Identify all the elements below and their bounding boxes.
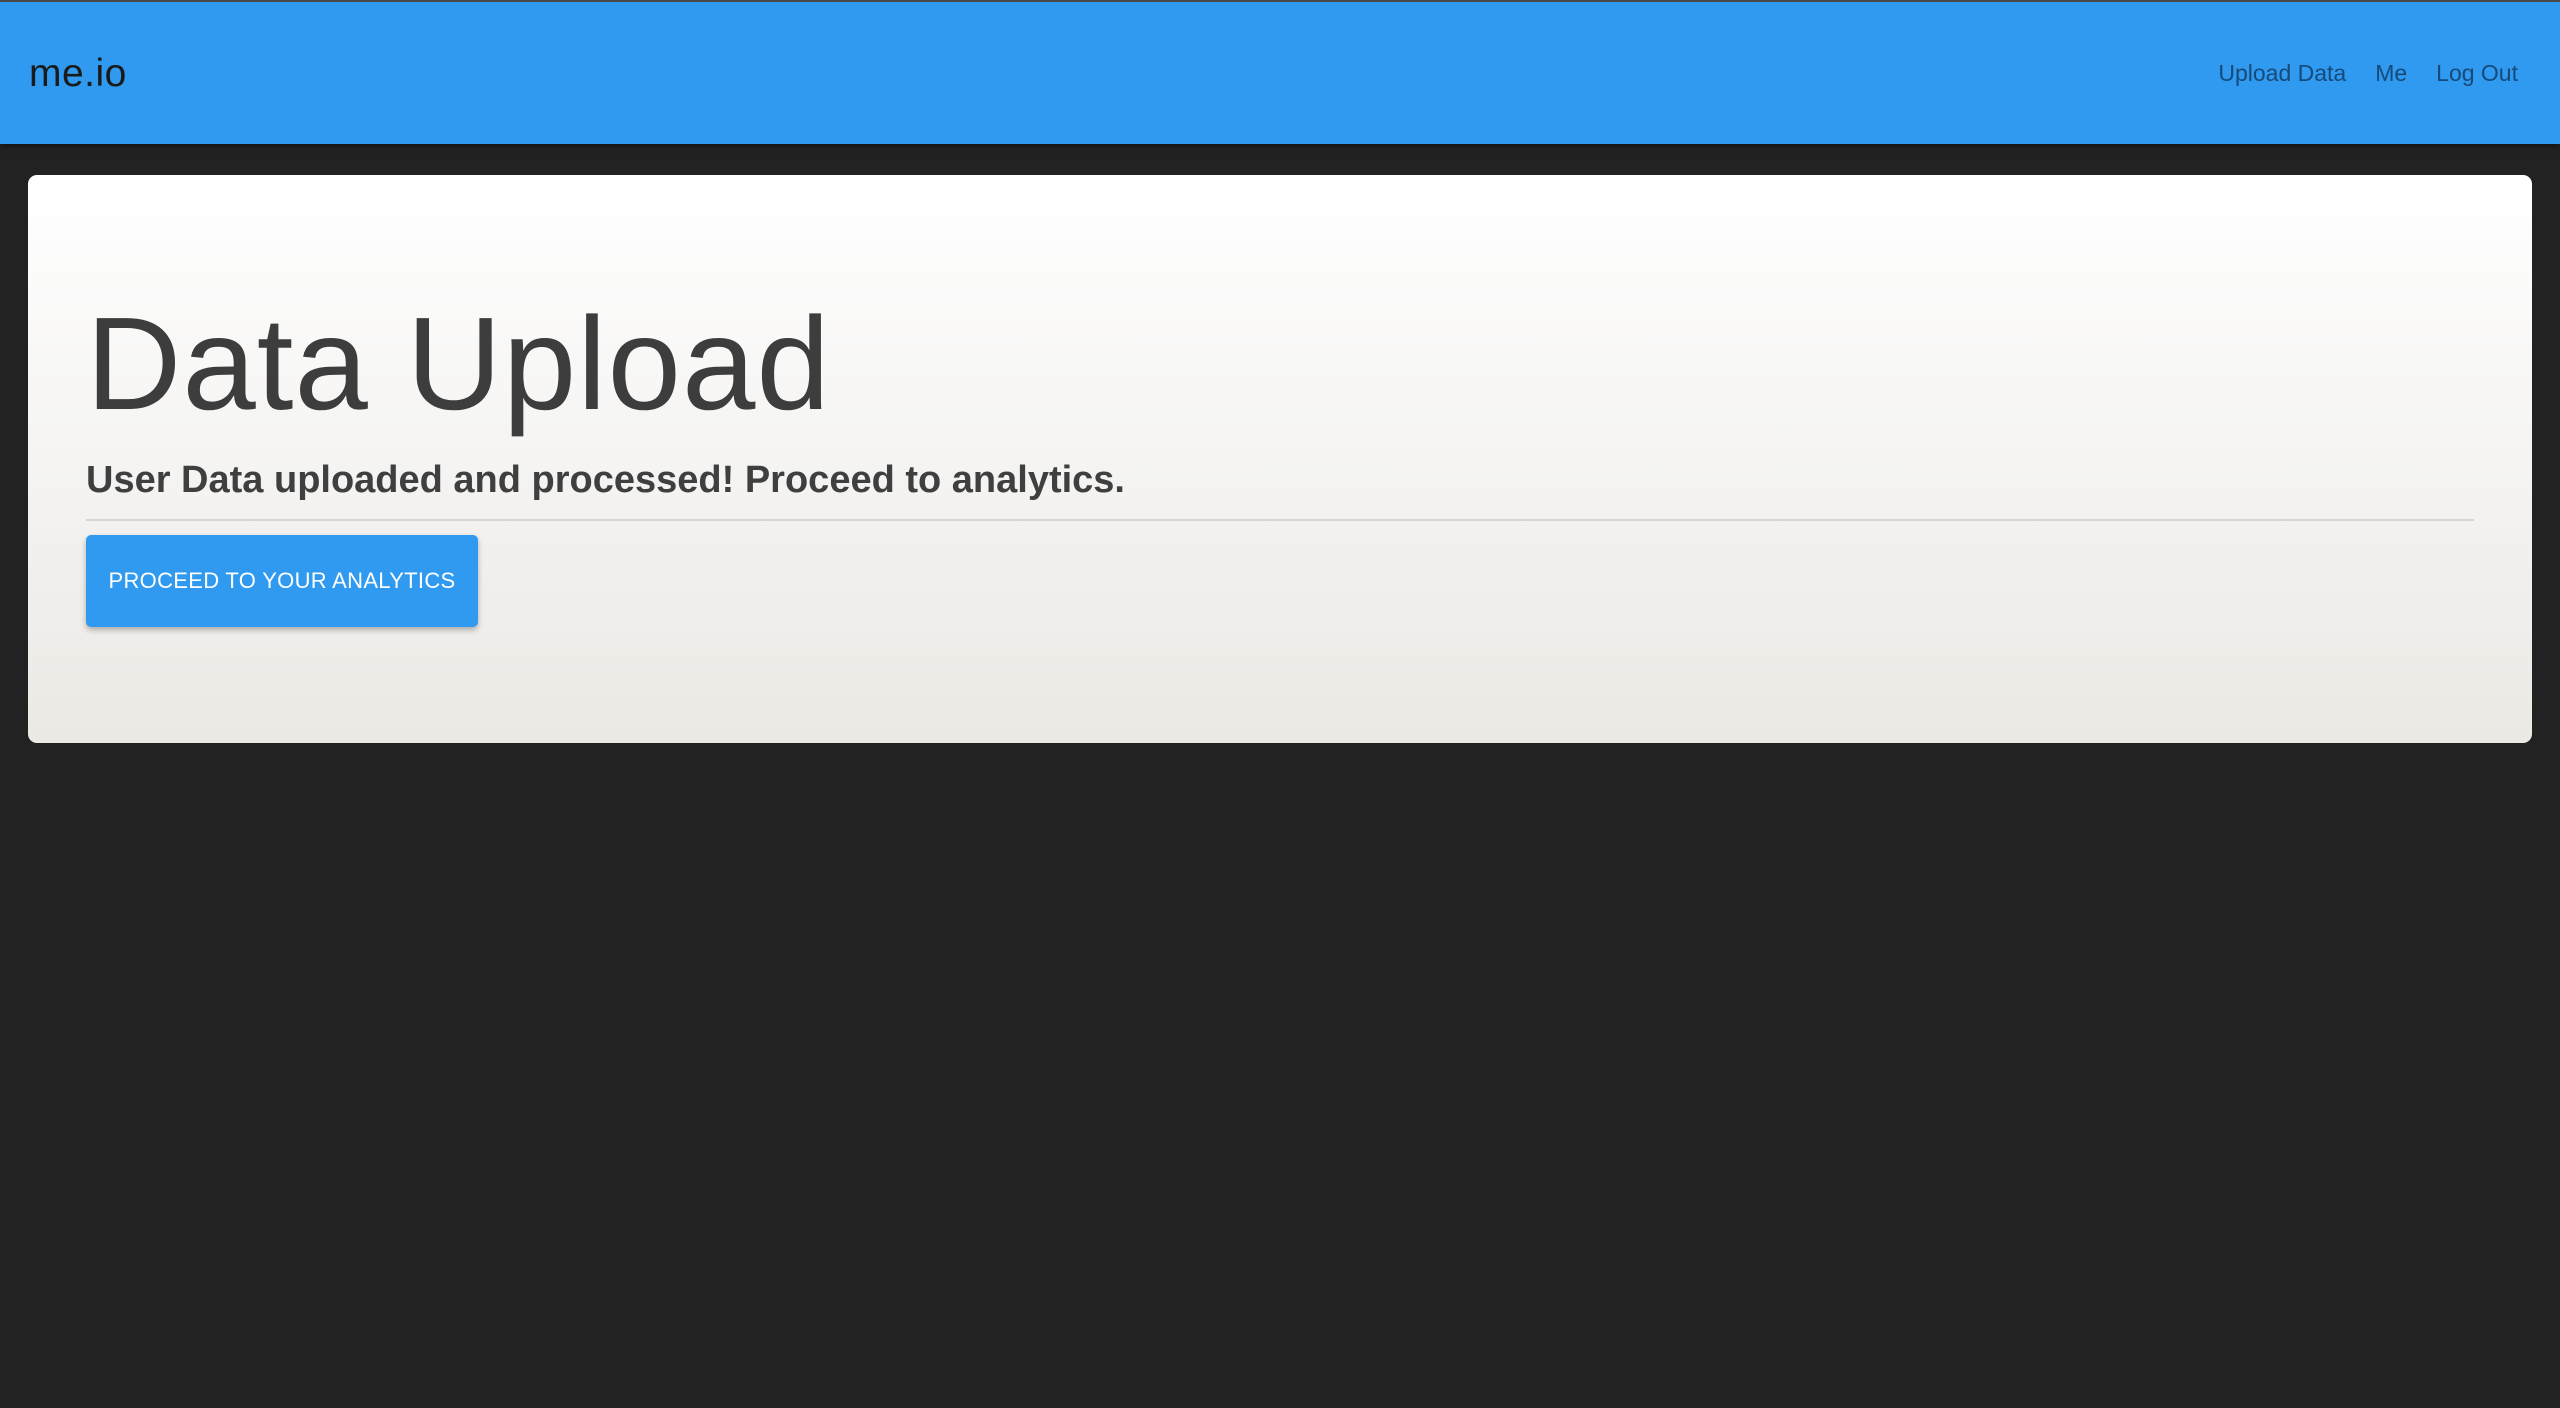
nav-link-upload-data[interactable]: Upload Data (2218, 56, 2346, 90)
divider (86, 519, 2474, 521)
nav-link-log-out[interactable]: Log Out (2436, 56, 2518, 90)
nav-link-me[interactable]: Me (2375, 56, 2407, 90)
page-title: Data Upload (86, 290, 831, 437)
proceed-to-analytics-button[interactable]: PROCEED TO YOUR ANALYTICS (86, 535, 478, 627)
upload-status-panel: Data Upload User Data uploaded and proce… (28, 175, 2532, 743)
top-navbar: me.io Upload Data Me Log Out (0, 0, 2560, 144)
nav-links: Upload Data Me Log Out (2218, 56, 2518, 90)
upload-status-message: User Data uploaded and processed! Procee… (86, 459, 1125, 501)
brand-logo-link[interactable]: me.io (29, 46, 127, 102)
